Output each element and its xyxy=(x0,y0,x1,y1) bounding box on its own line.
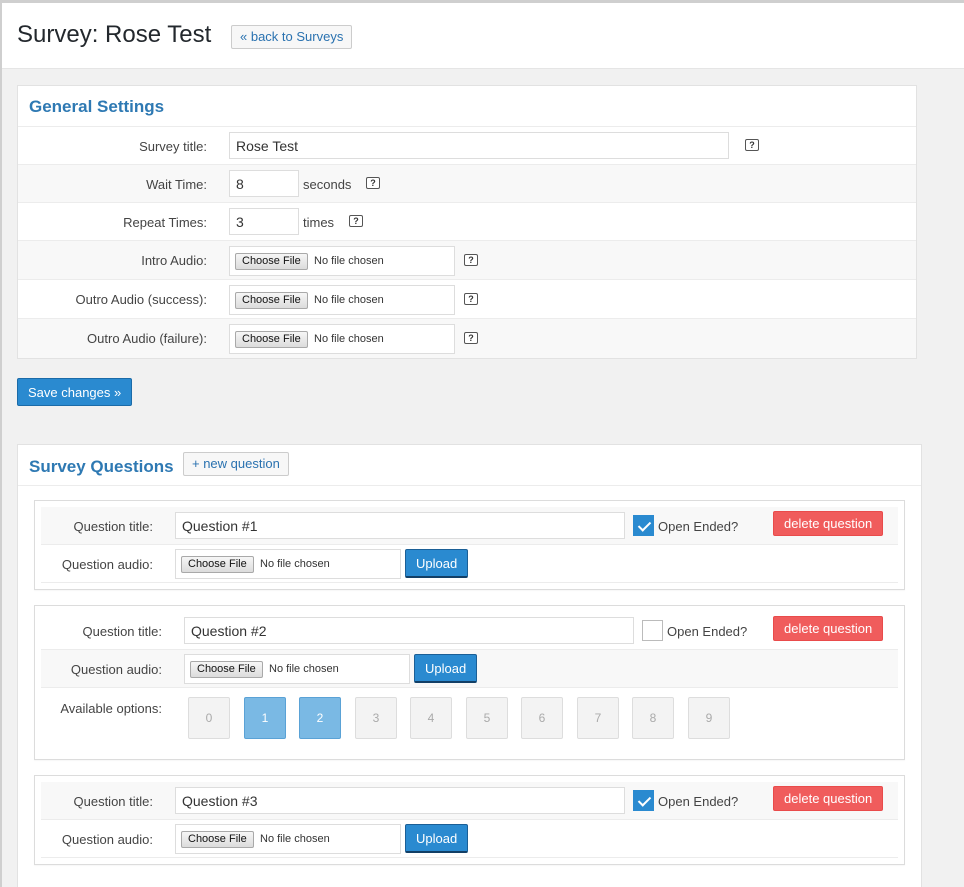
back-to-surveys-button[interactable]: « back to Surveys xyxy=(231,25,353,49)
option-8-button[interactable]: 8 xyxy=(632,697,674,739)
option-9-button[interactable]: 9 xyxy=(688,697,730,739)
question-audio-file-input[interactable]: Choose File No file chosen xyxy=(175,824,401,854)
question-title-label: Question title: xyxy=(73,519,154,534)
choose-file-button[interactable]: Choose File xyxy=(190,661,263,678)
question-audio-label: Question audio: xyxy=(70,662,162,677)
delete-question-button[interactable]: delete question xyxy=(773,616,884,641)
open-ended-label: Open Ended? xyxy=(658,794,739,809)
option-6-button[interactable]: 6 xyxy=(521,697,563,739)
wait-time-row: Wait Time: seconds ? xyxy=(18,164,916,202)
option-1-button[interactable]: 1 xyxy=(244,697,286,739)
question-audio-file-input[interactable]: Choose File No file chosen xyxy=(184,654,410,684)
open-ended-label: Open Ended? xyxy=(667,624,748,639)
choose-file-button[interactable]: Choose File xyxy=(235,331,308,348)
save-changes-button[interactable]: Save changes » xyxy=(17,378,133,406)
open-ended-checkbox[interactable] xyxy=(633,515,654,536)
outro-success-file-input[interactable]: Choose File No file chosen xyxy=(229,285,455,315)
question-card-1: Question title: Open Ended? delete quest… xyxy=(34,500,905,590)
help-icon[interactable]: ? xyxy=(464,254,478,266)
repeat-times-label: Repeat Times: xyxy=(123,215,207,230)
question-card-3: Question title: Open Ended? delete quest… xyxy=(34,775,905,865)
file-status: No file chosen xyxy=(314,294,384,306)
help-icon[interactable]: ? xyxy=(366,177,380,189)
general-settings-panel: General Settings Survey title: ? Wait Ti… xyxy=(17,85,917,359)
open-ended-checkbox[interactable] xyxy=(642,620,663,641)
survey-title-label: Survey title: xyxy=(139,139,207,154)
file-status: No file chosen xyxy=(314,255,384,267)
option-0-button[interactable]: 0 xyxy=(188,697,230,739)
file-status: No file chosen xyxy=(314,333,384,345)
question-title-label: Question title: xyxy=(73,794,154,809)
wait-time-input[interactable] xyxy=(229,170,299,197)
general-settings-title: General Settings xyxy=(29,97,165,116)
repeat-times-row: Repeat Times: times ? xyxy=(18,202,916,240)
intro-audio-label: Intro Audio: xyxy=(141,253,207,268)
open-ended-checkbox[interactable] xyxy=(633,790,654,811)
repeat-times-input[interactable] xyxy=(229,208,299,235)
option-7-button[interactable]: 7 xyxy=(577,697,619,739)
repeat-times-unit: times xyxy=(303,215,335,230)
page-header: Survey: Rose Test « back to Surveys xyxy=(2,3,964,69)
intro-audio-file-input[interactable]: Choose File No file chosen xyxy=(229,246,455,276)
option-5-button[interactable]: 5 xyxy=(466,697,508,739)
intro-audio-row: Intro Audio: Choose File No file chosen … xyxy=(18,240,916,279)
available-options-label: Available options: xyxy=(60,701,162,716)
option-2-button[interactable]: 2 xyxy=(299,697,341,739)
question-audio-row: Question audio: Choose File No file chos… xyxy=(41,820,898,858)
question-title-input[interactable] xyxy=(175,512,625,539)
open-ended-label: Open Ended? xyxy=(658,519,739,534)
wait-time-label: Wait Time: xyxy=(146,177,207,192)
question-title-input[interactable] xyxy=(175,787,625,814)
outro-success-row: Outro Audio (success): Choose File No fi… xyxy=(18,279,916,318)
upload-button[interactable]: Upload xyxy=(405,549,469,578)
page-title: Survey: Rose Test xyxy=(17,21,212,48)
delete-question-button[interactable]: delete question xyxy=(773,511,884,536)
help-icon[interactable]: ? xyxy=(464,293,478,305)
upload-button[interactable]: Upload xyxy=(405,824,469,853)
outro-success-label: Outro Audio (success): xyxy=(75,292,208,307)
available-options-row: Available options: 0123456789 xyxy=(41,688,898,752)
question-title-row: Question title: Open Ended? delete quest… xyxy=(41,612,898,650)
question-title-input[interactable] xyxy=(184,617,634,644)
question-card-2: Question title: Open Ended? delete quest… xyxy=(34,605,905,760)
help-icon[interactable]: ? xyxy=(464,332,478,344)
help-icon[interactable]: ? xyxy=(349,215,363,227)
question-title-label: Question title: xyxy=(82,624,163,639)
question-audio-row: Question audio: Choose File No file chos… xyxy=(41,650,898,688)
question-title-row: Question title: Open Ended? delete quest… xyxy=(41,507,898,545)
help-icon[interactable]: ? xyxy=(745,139,759,151)
new-question-button[interactable]: + new question xyxy=(183,452,289,476)
file-status: No file chosen xyxy=(260,558,330,570)
outro-failure-file-input[interactable]: Choose File No file chosen xyxy=(229,324,455,354)
outro-failure-row: Outro Audio (failure): Choose File No fi… xyxy=(18,318,916,358)
survey-questions-title: Survey Questions xyxy=(29,457,174,476)
divider xyxy=(18,485,921,486)
survey-title-input[interactable] xyxy=(229,132,729,159)
delete-question-button[interactable]: delete question xyxy=(773,786,884,811)
question-audio-row: Question audio: Choose File No file chos… xyxy=(41,545,898,583)
question-audio-label: Question audio: xyxy=(61,557,153,572)
file-status: No file chosen xyxy=(269,663,339,675)
file-status: No file chosen xyxy=(260,833,330,845)
choose-file-button[interactable]: Choose File xyxy=(181,831,254,848)
choose-file-button[interactable]: Choose File xyxy=(235,292,308,309)
choose-file-button[interactable]: Choose File xyxy=(181,556,254,573)
survey-questions-panel: Survey Questions + new question Question… xyxy=(17,444,922,887)
option-4-button[interactable]: 4 xyxy=(410,697,452,739)
wait-time-unit: seconds xyxy=(303,177,352,192)
outro-failure-label: Outro Audio (failure): xyxy=(87,331,207,346)
question-audio-label: Question audio: xyxy=(61,832,153,847)
survey-title-row: Survey title: ? xyxy=(18,126,916,164)
choose-file-button[interactable]: Choose File xyxy=(235,253,308,270)
question-audio-file-input[interactable]: Choose File No file chosen xyxy=(175,549,401,579)
upload-button[interactable]: Upload xyxy=(414,654,478,683)
left-border xyxy=(0,0,2,887)
option-3-button[interactable]: 3 xyxy=(355,697,397,739)
question-title-row: Question title: Open Ended? delete quest… xyxy=(41,782,898,820)
